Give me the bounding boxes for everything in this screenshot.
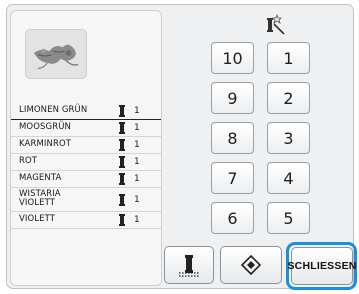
color-panel: LIMONEN GRÜN 1 MOOSGRÜN 1 KARMINROT 1 RO… <box>10 10 162 286</box>
color-row[interactable]: LIMONEN GRÜN 1 <box>11 103 161 120</box>
eraser-button[interactable] <box>220 246 282 284</box>
spool-icon <box>119 214 125 226</box>
spool-icon <box>119 105 125 117</box>
spool-icon <box>119 173 125 185</box>
spool-icon <box>119 122 125 134</box>
spool-icon <box>119 139 125 151</box>
key-7[interactable]: 7 <box>211 162 254 194</box>
color-row[interactable]: ROT 1 <box>11 154 161 171</box>
color-row[interactable]: MOOSGRÜN 1 <box>11 120 161 137</box>
color-name: WISTARIA VIOLETT <box>19 189 61 208</box>
spool-icon <box>119 156 125 168</box>
color-name: KARMINROT <box>19 139 72 149</box>
color-qty: 1 <box>134 215 140 225</box>
color-qty: 1 <box>134 140 140 150</box>
color-name: LIMONEN GRÜN <box>19 105 88 115</box>
eraser-icon <box>240 254 262 276</box>
embroidery-preview <box>25 29 87 79</box>
color-name: MOOSGRÜN <box>19 122 71 132</box>
key-3[interactable]: 3 <box>267 122 310 154</box>
color-qty: 1 <box>134 106 140 116</box>
color-row[interactable]: VIOLETT 1 <box>11 212 161 229</box>
color-name: VIOLETT <box>19 214 56 224</box>
embroidery-preview-image <box>33 44 79 69</box>
color-qty: 1 <box>134 123 140 133</box>
magic-wand-icon <box>267 13 285 35</box>
spool-icon <box>119 194 125 206</box>
color-qty: 1 <box>134 174 140 184</box>
key-5[interactable]: 5 <box>267 202 310 234</box>
key-6[interactable]: 6 <box>211 202 254 234</box>
color-qty: 1 <box>134 195 140 205</box>
color-row[interactable]: WISTARIA VIOLETT 1 <box>11 188 161 212</box>
key-8[interactable]: 8 <box>211 122 254 154</box>
key-9[interactable]: 9 <box>211 82 254 114</box>
color-name: MAGENTA <box>19 173 62 183</box>
key-10[interactable]: 10 <box>211 42 254 74</box>
color-name: ROT <box>19 156 38 166</box>
key-4[interactable]: 4 <box>267 162 310 194</box>
thread-button[interactable] <box>164 246 214 284</box>
key-1[interactable]: 1 <box>267 42 310 74</box>
key-2[interactable]: 2 <box>267 82 310 114</box>
thread-icon <box>179 255 199 277</box>
color-list: LIMONEN GRÜN 1 MOOSGRÜN 1 KARMINROT 1 RO… <box>11 103 161 229</box>
color-row[interactable]: KARMINROT 1 <box>11 137 161 154</box>
close-button[interactable]: SCHLIESSEN <box>287 247 356 285</box>
color-row[interactable]: MAGENTA 1 <box>11 171 161 188</box>
color-qty: 1 <box>134 157 140 167</box>
